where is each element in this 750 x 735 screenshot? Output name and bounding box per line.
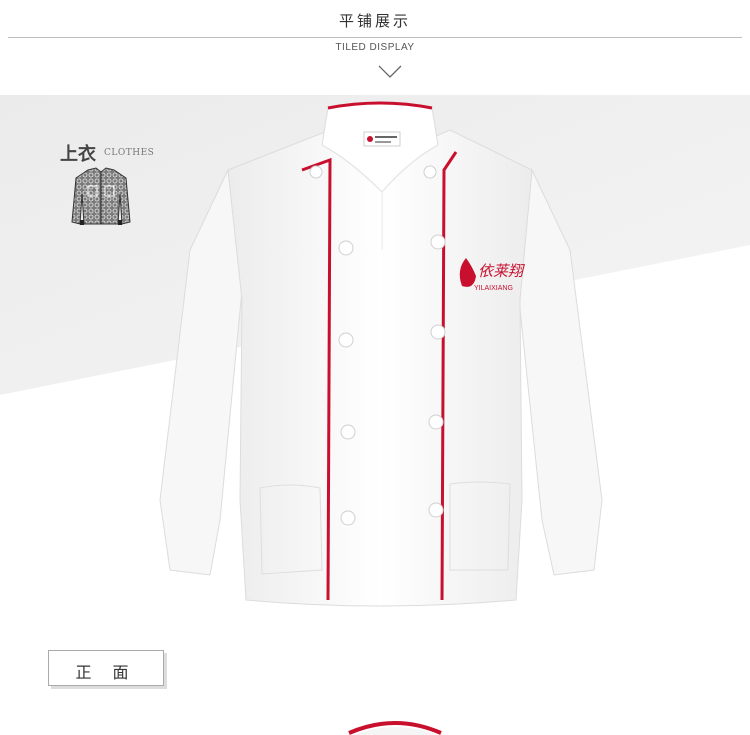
chevron-down-icon — [378, 65, 402, 78]
category-sublabel: CLOTHES — [104, 148, 155, 158]
section-title: 平铺展示 — [338, 12, 411, 30]
logo-text-cn: 依莱翔 — [478, 262, 525, 280]
header-divider — [8, 37, 742, 38]
category-label: 上衣 — [60, 144, 96, 165]
jacket-thumbnail-icon — [71, 167, 131, 225]
section-subtitle: TILED DISPLAY — [335, 42, 415, 53]
section-header: 平铺展示 TILED DISPLAY — [0, 0, 750, 95]
logo-text-en: YILAIXIANG — [474, 285, 513, 292]
next-jacket-collar — [348, 721, 442, 735]
view-label: 正 面 — [75, 663, 137, 682]
view-tag: 正 面 — [48, 650, 164, 686]
chef-jacket-image: 依莱翔 YILAIXIANG — [159, 101, 603, 607]
